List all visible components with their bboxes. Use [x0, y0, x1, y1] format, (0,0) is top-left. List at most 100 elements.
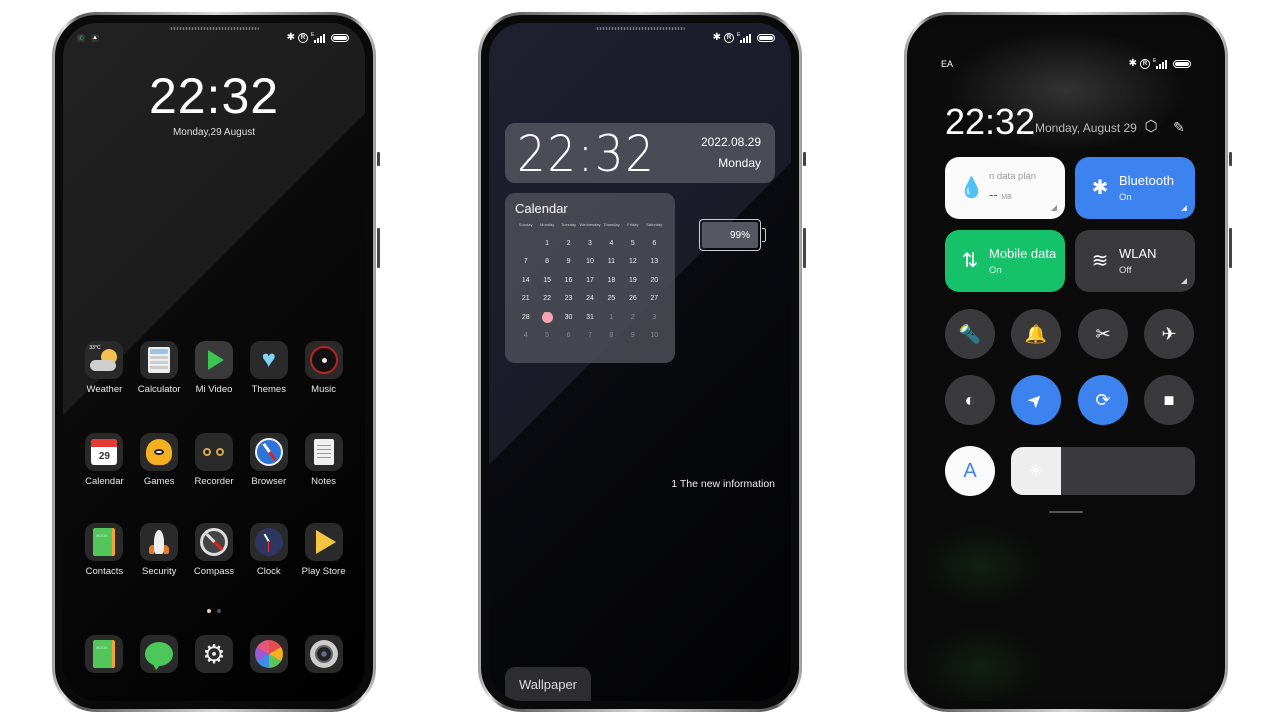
- page-dot[interactable]: [217, 609, 221, 613]
- calendar-day[interactable]: 31: [579, 308, 600, 327]
- rotation-lock-toggle[interactable]: ⟳: [1078, 375, 1128, 425]
- app-themes[interactable]: ♥ Themes: [241, 341, 296, 395]
- app-row: 29 Calendar Games Recorder Browser Notes: [77, 433, 351, 487]
- airplane-toggle[interactable]: ✈: [1144, 309, 1194, 359]
- dock-camera[interactable]: [296, 635, 351, 673]
- calendar-day[interactable]: 20: [644, 271, 665, 290]
- brightness-slider[interactable]: ☀: [1011, 447, 1195, 495]
- app-music[interactable]: Music: [296, 341, 351, 395]
- calendar-day[interactable]: 13: [644, 253, 665, 272]
- drag-handle[interactable]: [1049, 511, 1083, 513]
- calendar-day[interactable]: 29: [536, 308, 557, 327]
- calendar-day[interactable]: 25: [601, 290, 622, 309]
- calendar-day[interactable]: 9: [558, 253, 579, 272]
- calendar-day[interactable]: 4: [515, 327, 536, 346]
- calendar-day[interactable]: 16: [558, 271, 579, 290]
- bluetooth-tile[interactable]: ✱ Bluetooth On: [1075, 157, 1195, 219]
- app-mi-video[interactable]: Mi Video: [187, 341, 242, 395]
- carrier-label: EA: [941, 59, 954, 69]
- wlan-tile[interactable]: ≋ WLAN Off: [1075, 230, 1195, 292]
- dock-phone[interactable]: [77, 635, 132, 673]
- calendar-weekday-header: Sunday: [518, 222, 533, 227]
- edit-icon[interactable]: ✎: [1171, 119, 1187, 135]
- calendar-day[interactable]: 26: [622, 290, 643, 309]
- calendar-day[interactable]: 2: [622, 308, 643, 327]
- app-label: Themes: [251, 384, 286, 395]
- calendar-day[interactable]: 1: [536, 234, 557, 253]
- calendar-day[interactable]: 14: [515, 271, 536, 290]
- calendar-weekday-header: Saturday: [646, 222, 663, 227]
- calendar-day[interactable]: 9: [622, 327, 643, 346]
- flashlight-toggle[interactable]: 🔦: [945, 309, 995, 359]
- calendar-day[interactable]: 12: [622, 253, 643, 272]
- calendar-day[interactable]: 8: [601, 327, 622, 346]
- app-label: Compass: [193, 566, 235, 577]
- calendar-day[interactable]: 22: [536, 290, 557, 309]
- calendar-day[interactable]: 7: [579, 327, 600, 346]
- settings-icon[interactable]: ⬡: [1143, 119, 1159, 135]
- calendar-grid: Sunday Monday Tuesday Wednesday Thursday Frid…: [515, 222, 665, 345]
- calendar-day[interactable]: 21: [515, 290, 536, 309]
- mobile-data-tile[interactable]: ⇅ Mobile data On: [945, 230, 1065, 292]
- page-dot[interactable]: [207, 609, 211, 613]
- calendar-day[interactable]: 28: [515, 308, 536, 327]
- calendar-day[interactable]: [515, 234, 536, 253]
- app-label: Clock: [256, 566, 281, 577]
- calendar-day[interactable]: 6: [644, 234, 665, 253]
- app-calendar[interactable]: 29 Calendar: [77, 433, 132, 487]
- calendar-day[interactable]: 2: [558, 234, 579, 253]
- app-compass[interactable]: Compass: [187, 523, 242, 577]
- calendar-day[interactable]: 5: [536, 327, 557, 346]
- app-security[interactable]: Security: [132, 523, 187, 577]
- calendar-day[interactable]: 24: [579, 290, 600, 309]
- clock-widget[interactable]: 22:32 2022.08.29 Monday: [505, 123, 775, 183]
- app-label: Calculator: [137, 384, 181, 395]
- location-toggle[interactable]: ➤: [1011, 375, 1061, 425]
- dock-settings[interactable]: ⚙: [187, 635, 242, 673]
- app-calculator[interactable]: Calculator: [132, 341, 187, 395]
- dock-gallery[interactable]: [241, 635, 296, 673]
- calendar-day[interactable]: 5: [622, 234, 643, 253]
- page-indicator[interactable]: [63, 609, 365, 613]
- app-play-store[interactable]: Play Store: [296, 523, 351, 577]
- screenshot-toggle[interactable]: ✂: [1078, 309, 1128, 359]
- calendar-day[interactable]: 11: [601, 253, 622, 272]
- dark-mode-toggle[interactable]: ◐: [945, 375, 995, 425]
- calendar-day[interactable]: 6: [558, 327, 579, 346]
- calendar-day[interactable]: 23: [558, 290, 579, 309]
- dock-messages[interactable]: [132, 635, 187, 673]
- calendar-weekday-header: Wednesday: [579, 222, 601, 227]
- silent-toggle[interactable]: 🔔: [1011, 309, 1061, 359]
- calendar-day[interactable]: 18: [601, 271, 622, 290]
- app-label: Contacts: [85, 566, 124, 577]
- cc-clock: 22:32: [945, 101, 1036, 142]
- auto-brightness-toggle[interactable]: A: [945, 446, 995, 496]
- calendar-day[interactable]: 3: [644, 308, 665, 327]
- calendar-day[interactable]: 10: [579, 253, 600, 272]
- app-browser[interactable]: Browser: [241, 433, 296, 487]
- calendar-day[interactable]: 4: [601, 234, 622, 253]
- app-notes[interactable]: Notes: [296, 433, 351, 487]
- notification-count[interactable]: 1 The new information: [671, 478, 775, 490]
- calendar-day[interactable]: 17: [579, 271, 600, 290]
- wallpaper-button[interactable]: Wallpaper: [505, 667, 591, 701]
- app-recorder[interactable]: Recorder: [187, 433, 242, 487]
- calendar-day[interactable]: 3: [579, 234, 600, 253]
- app-games[interactable]: Games: [132, 433, 187, 487]
- calendar-day[interactable]: 1: [601, 308, 622, 327]
- app-label: Security: [142, 566, 177, 577]
- calendar-day[interactable]: 7: [515, 253, 536, 272]
- app-label: Games: [143, 476, 175, 487]
- app-weather[interactable]: 33°C Weather: [77, 341, 132, 395]
- screen-recorder-toggle[interactable]: ■: [1144, 375, 1194, 425]
- calendar-day[interactable]: 8: [536, 253, 557, 272]
- data-plan-tile[interactable]: 💧 n data plan -- MB: [945, 157, 1065, 219]
- app-clock[interactable]: Clock: [241, 523, 296, 577]
- calendar-day[interactable]: 10: [644, 327, 665, 346]
- calendar-day[interactable]: 30: [558, 308, 579, 327]
- calendar-day[interactable]: 27: [644, 290, 665, 309]
- calendar-day[interactable]: 19: [622, 271, 643, 290]
- calendar-widget[interactable]: Calendar Sunday Monday Tuesday Wednesday Thu…: [505, 193, 675, 363]
- app-contacts[interactable]: Contacts: [77, 523, 132, 577]
- calendar-day[interactable]: 15: [536, 271, 557, 290]
